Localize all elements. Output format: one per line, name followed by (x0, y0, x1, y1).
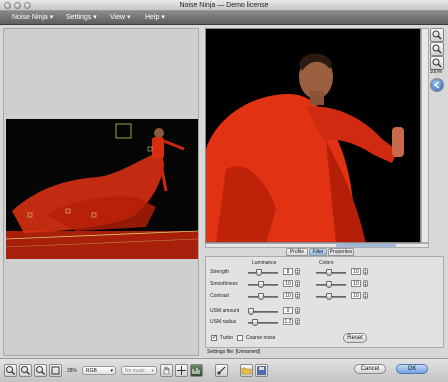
color-strength-slider[interactable] (316, 269, 346, 276)
mask-select[interactable]: No mask (121, 366, 157, 375)
smoothness-label: Smoothness (210, 281, 238, 287)
window-titlebar: Noise Ninja — Demo license (0, 0, 448, 11)
preview-vertical-scrollbar[interactable] (421, 28, 429, 243)
usm-amount-value[interactable]: 0 (283, 307, 293, 314)
usm-radius-slider[interactable] (248, 319, 278, 326)
slider-knob[interactable] (326, 269, 332, 276)
zoom-out-icon[interactable] (430, 42, 444, 56)
channel-select[interactable]: RGB (82, 366, 116, 375)
usm-amount-stepper[interactable]: ▲ ▼ (295, 307, 300, 314)
slider-knob[interactable] (252, 319, 258, 326)
zoom-fit-icon[interactable] (34, 364, 47, 377)
brush-tool-icon[interactable] (215, 364, 228, 377)
zoom-fit-icon[interactable] (430, 56, 444, 70)
navigator-pane (3, 28, 199, 356)
tab-properties[interactable]: Properties (328, 248, 354, 256)
luminance-header: Luminance (252, 260, 277, 266)
turbo-label: Turbo (220, 335, 233, 341)
window-title: Noise Ninja — Demo license (179, 2, 269, 9)
color-smoothness-stepper[interactable]: ▲ ▼ (363, 280, 368, 287)
zoom-percent: 28% (67, 368, 78, 374)
color-smoothness-value[interactable]: 10 (351, 280, 361, 287)
back-arrow-icon[interactable] (430, 78, 444, 92)
usm-radius-label: USM radius (210, 319, 237, 325)
zoom-level-label: 100% (429, 69, 443, 75)
slider-knob[interactable] (326, 293, 332, 300)
usm-amount-slider[interactable] (248, 308, 278, 315)
color-strength-value[interactable]: 10 (351, 268, 361, 275)
slider-knob[interactable] (258, 281, 264, 288)
fit-window-icon[interactable] (49, 364, 62, 377)
settings-file-label: Settings file: [Unnamed] (207, 349, 261, 355)
preview-image[interactable] (205, 28, 421, 243)
slider-knob[interactable] (248, 308, 254, 315)
slider-knob[interactable] (326, 281, 332, 288)
luminance-strength-value[interactable]: 8 (283, 268, 293, 275)
zoom-in-icon[interactable] (4, 364, 17, 377)
contrast-label: Contrast (210, 293, 229, 299)
coarse-noise-checkbox[interactable] (237, 335, 243, 341)
zoom-out-icon[interactable] (19, 364, 32, 377)
save-disk-icon[interactable] (255, 364, 268, 377)
cancel-button[interactable]: Cancel (354, 364, 386, 374)
reset-button[interactable]: Reset (343, 333, 367, 343)
close-window-icon[interactable] (4, 2, 11, 9)
menu-noise-ninja[interactable]: Noise Ninja ▾ (12, 11, 53, 25)
color-contrast-stepper[interactable]: ▲ ▼ (363, 292, 368, 299)
usm-radius-value[interactable]: 1.2 (283, 318, 293, 325)
crosshair-tool-icon[interactable] (175, 364, 188, 377)
menu-settings[interactable]: Settings ▾ (66, 11, 97, 25)
luminance-strength-stepper[interactable]: ▲ ▼ (295, 268, 300, 275)
luminance-contrast-value[interactable]: 10 (283, 292, 293, 299)
usm-amount-label: USM amount (210, 308, 240, 314)
open-folder-icon[interactable] (240, 364, 253, 377)
slider-knob[interactable] (258, 293, 264, 300)
bottom-toolbar: 28% RGB No mask Cancel OK (0, 358, 448, 382)
luminance-smoothness-slider[interactable] (248, 281, 278, 288)
slider-knob[interactable] (256, 269, 262, 276)
strength-label: Strength (210, 269, 229, 275)
color-contrast-slider[interactable] (316, 293, 346, 300)
menu-view[interactable]: View ▾ (110, 11, 131, 25)
zoom-in-icon[interactable] (430, 28, 444, 42)
minimize-window-icon[interactable] (14, 2, 21, 9)
turbo-checkbox[interactable]: ✓ (211, 335, 217, 341)
scroll-thumb[interactable] (336, 244, 396, 247)
luminance-contrast-slider[interactable] (248, 293, 278, 300)
coarse-noise-label: Coarse noise (246, 335, 276, 341)
color-contrast-value[interactable]: 10 (351, 292, 361, 299)
luminance-smoothness-stepper[interactable]: ▲ ▼ (295, 280, 300, 287)
filter-panel: Luminance Colors Strength 8 ▲ ▼ 10 ▲ ▼ Smo… (205, 256, 444, 348)
color-smoothness-slider[interactable] (316, 281, 346, 288)
zoom-window-icon[interactable] (24, 2, 31, 9)
luminance-smoothness-value[interactable]: 10 (283, 280, 293, 287)
color-strength-stepper[interactable]: ▲ ▼ (363, 268, 368, 275)
hand-tool-icon[interactable] (160, 364, 173, 377)
luminance-contrast-stepper[interactable]: ▲ ▼ (295, 292, 300, 299)
tab-filter[interactable]: Filter (309, 248, 327, 256)
navigator-image[interactable] (6, 119, 198, 259)
colors-header: Colors (319, 260, 334, 266)
menubar: Noise Ninja ▾ Settings ▾ View ▾ Help ▾ (0, 11, 448, 25)
luminance-strength-slider[interactable] (248, 269, 278, 276)
ok-button[interactable]: OK (396, 364, 428, 374)
menu-help[interactable]: Help ▾ (145, 11, 165, 25)
tab-profile[interactable]: Profile (286, 248, 308, 256)
histogram-icon[interactable] (190, 364, 203, 377)
usm-radius-stepper[interactable]: ▲ ▼ (295, 318, 300, 325)
